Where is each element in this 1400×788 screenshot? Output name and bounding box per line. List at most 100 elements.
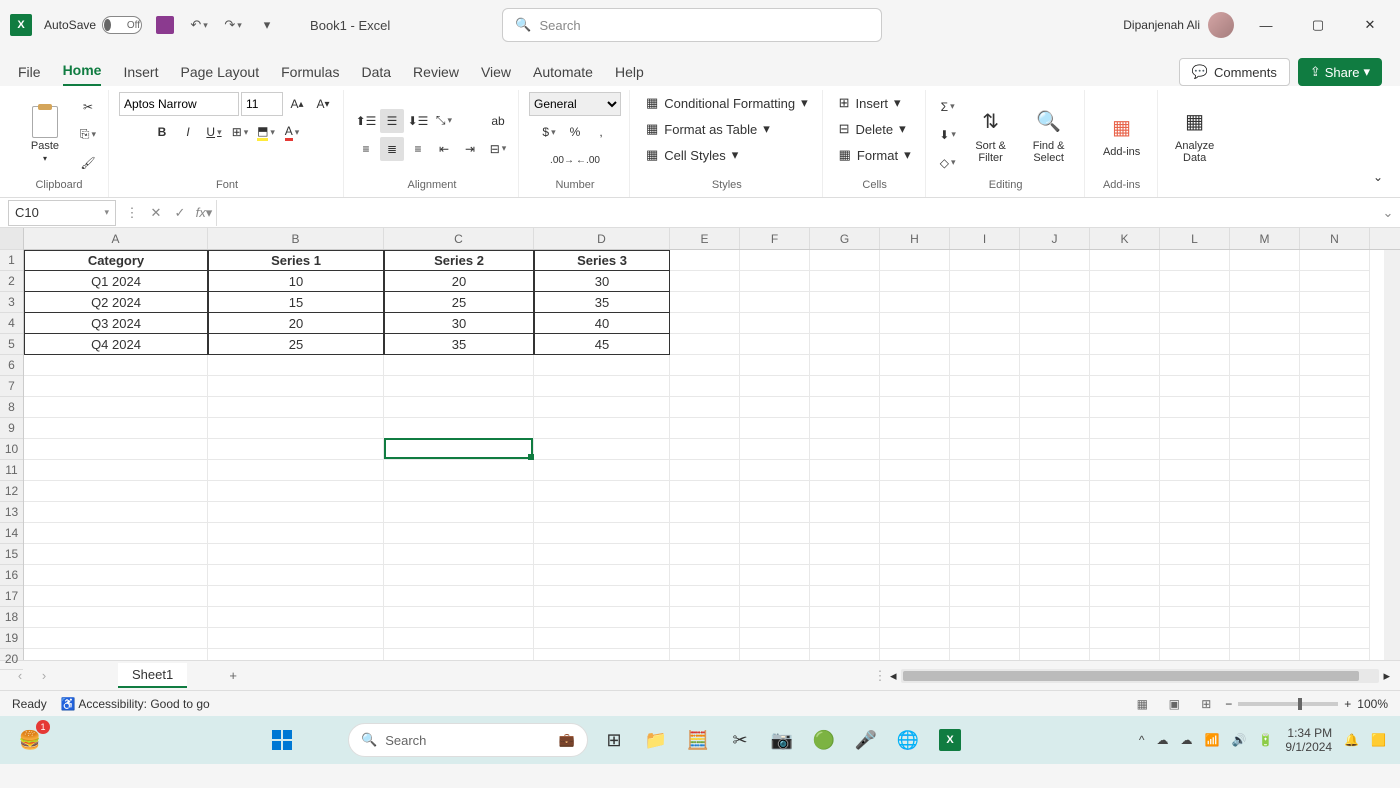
tab-page-layout[interactable]: Page Layout bbox=[180, 58, 259, 86]
italic-button[interactable]: I bbox=[176, 120, 200, 144]
cell[interactable] bbox=[1230, 334, 1300, 355]
cell[interactable] bbox=[24, 376, 208, 397]
bold-button[interactable]: B bbox=[150, 120, 174, 144]
account-button[interactable]: Dipanjenah Ali bbox=[1123, 12, 1234, 38]
cell[interactable] bbox=[1090, 292, 1160, 313]
cell[interactable] bbox=[1160, 439, 1230, 460]
cell[interactable] bbox=[810, 376, 880, 397]
column-header[interactable]: H bbox=[880, 228, 950, 249]
cell[interactable] bbox=[534, 376, 670, 397]
cell[interactable] bbox=[534, 523, 670, 544]
tab-automate[interactable]: Automate bbox=[533, 58, 593, 86]
cell[interactable] bbox=[534, 628, 670, 649]
cell[interactable]: 35 bbox=[384, 334, 534, 355]
cell[interactable] bbox=[950, 271, 1020, 292]
cell[interactable] bbox=[384, 418, 534, 439]
cell[interactable] bbox=[880, 649, 950, 660]
cell[interactable] bbox=[534, 355, 670, 376]
delete-cells-button[interactable]: ⊟ Delete ▾ bbox=[833, 118, 912, 140]
cell[interactable] bbox=[880, 523, 950, 544]
cell[interactable] bbox=[950, 250, 1020, 271]
conditional-formatting-button[interactable]: ▦ Conditional Formatting ▾ bbox=[640, 92, 814, 114]
cell[interactable] bbox=[1300, 355, 1370, 376]
horizontal-scrollbar[interactable] bbox=[901, 669, 1380, 683]
clock[interactable]: 1:34 PM9/1/2024 bbox=[1285, 726, 1332, 755]
cell[interactable] bbox=[1230, 250, 1300, 271]
cell[interactable] bbox=[1230, 565, 1300, 586]
cell[interactable] bbox=[1090, 544, 1160, 565]
cell[interactable] bbox=[1090, 649, 1160, 660]
cell[interactable] bbox=[1230, 313, 1300, 334]
cell[interactable] bbox=[950, 502, 1020, 523]
cell[interactable] bbox=[950, 313, 1020, 334]
cell[interactable] bbox=[670, 334, 740, 355]
cell[interactable]: 45 bbox=[534, 334, 670, 355]
sort-filter-button[interactable]: ⇅Sort & Filter bbox=[964, 97, 1018, 173]
cell[interactable] bbox=[670, 250, 740, 271]
cell[interactable] bbox=[1230, 355, 1300, 376]
cell[interactable]: 25 bbox=[208, 334, 384, 355]
cell[interactable] bbox=[1020, 460, 1090, 481]
cell[interactable] bbox=[1020, 418, 1090, 439]
cell[interactable] bbox=[810, 250, 880, 271]
cell[interactable]: 20 bbox=[208, 313, 384, 334]
cell[interactable] bbox=[1020, 313, 1090, 334]
row-header[interactable]: 14 bbox=[0, 523, 23, 544]
cell[interactable] bbox=[740, 292, 810, 313]
column-header[interactable]: J bbox=[1020, 228, 1090, 249]
cell[interactable]: Category bbox=[24, 250, 208, 271]
column-header[interactable]: M bbox=[1230, 228, 1300, 249]
cell[interactable] bbox=[1160, 607, 1230, 628]
cell[interactable] bbox=[1300, 460, 1370, 481]
sheet-tab[interactable]: Sheet1 bbox=[118, 663, 187, 688]
taskbar-app-icon[interactable]: 🍔1 bbox=[14, 724, 46, 756]
column-header[interactable]: G bbox=[810, 228, 880, 249]
align-center-icon[interactable]: ≣ bbox=[380, 137, 404, 161]
cell[interactable]: Q4 2024 bbox=[24, 334, 208, 355]
cell[interactable] bbox=[24, 544, 208, 565]
cell[interactable] bbox=[1160, 418, 1230, 439]
row-header[interactable]: 10 bbox=[0, 439, 23, 460]
cell[interactable]: Q3 2024 bbox=[24, 313, 208, 334]
comma-button[interactable]: , bbox=[589, 120, 613, 144]
cell[interactable] bbox=[810, 397, 880, 418]
normal-view-icon[interactable]: ▦ bbox=[1129, 694, 1155, 714]
cell[interactable] bbox=[950, 376, 1020, 397]
addins-button[interactable]: ▦Add-ins bbox=[1095, 97, 1149, 173]
cell[interactable] bbox=[670, 586, 740, 607]
cut-button[interactable]: ✂ bbox=[76, 95, 100, 119]
cell[interactable] bbox=[670, 397, 740, 418]
wrap-text-button[interactable]: ab bbox=[486, 109, 510, 133]
cell[interactable] bbox=[24, 439, 208, 460]
snipping-tool-icon[interactable]: ✂ bbox=[724, 724, 756, 756]
file-explorer-icon[interactable]: 📁 bbox=[640, 724, 672, 756]
cell[interactable] bbox=[670, 481, 740, 502]
cell[interactable] bbox=[208, 544, 384, 565]
cell[interactable] bbox=[1230, 439, 1300, 460]
cell[interactable] bbox=[384, 397, 534, 418]
cell[interactable]: Series 3 bbox=[534, 250, 670, 271]
row-header[interactable]: 20 bbox=[0, 649, 23, 670]
row-header[interactable]: 18 bbox=[0, 607, 23, 628]
row-header[interactable]: 15 bbox=[0, 544, 23, 565]
cell[interactable] bbox=[1020, 481, 1090, 502]
cell[interactable] bbox=[810, 628, 880, 649]
cell[interactable] bbox=[670, 523, 740, 544]
select-all-button[interactable] bbox=[0, 228, 23, 250]
cell[interactable] bbox=[1300, 439, 1370, 460]
fx-more-icon[interactable]: ⋮ bbox=[120, 201, 144, 225]
merge-center-button[interactable]: ⊟ bbox=[486, 137, 510, 161]
cell[interactable] bbox=[1160, 481, 1230, 502]
analyze-data-button[interactable]: ▦Analyze Data bbox=[1168, 97, 1222, 173]
cell[interactable] bbox=[1300, 313, 1370, 334]
tab-help[interactable]: Help bbox=[615, 58, 644, 86]
cell[interactable] bbox=[384, 502, 534, 523]
cell[interactable] bbox=[208, 460, 384, 481]
cell[interactable] bbox=[1090, 271, 1160, 292]
cell[interactable] bbox=[534, 481, 670, 502]
cell[interactable] bbox=[384, 607, 534, 628]
cell[interactable] bbox=[880, 418, 950, 439]
cell[interactable] bbox=[1090, 481, 1160, 502]
scroll-left-icon[interactable]: ◂ bbox=[890, 668, 897, 684]
cell[interactable] bbox=[1020, 271, 1090, 292]
